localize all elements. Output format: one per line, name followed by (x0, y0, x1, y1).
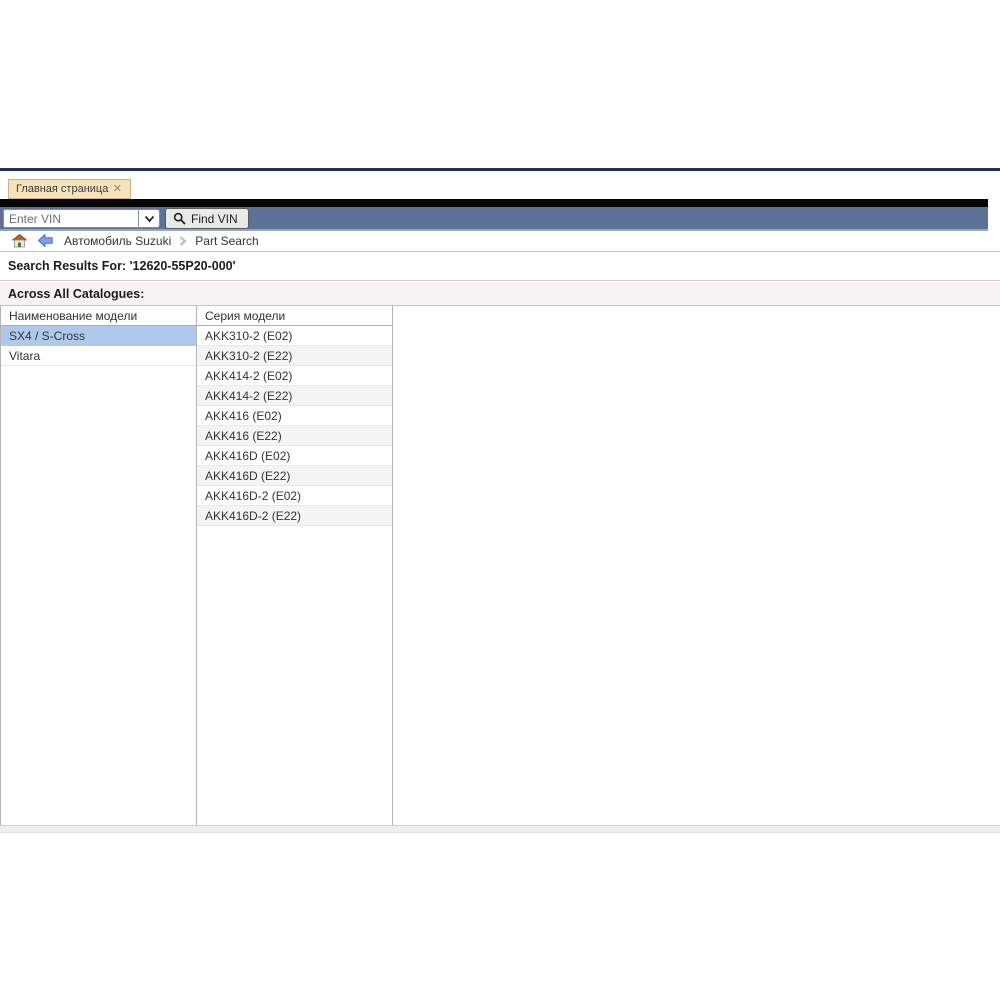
series-row[interactable]: AKK414-2 (E02) (197, 366, 392, 386)
series-row[interactable]: AKK414-2 (E22) (197, 386, 392, 406)
series-row[interactable]: AKK416D-2 (E02) (197, 486, 392, 506)
catalogues-bar: Across All Catalogues: (0, 282, 1000, 306)
model-row-sx4-s-cross[interactable]: SX4 / S-Cross (1, 326, 196, 346)
model-name-column-header: Наименование модели (1, 306, 196, 326)
catalogues-heading: Across All Catalogues: (8, 287, 144, 301)
tab-close-icon[interactable]: ✕ (113, 183, 122, 196)
find-vin-button[interactable]: Find VIN (165, 208, 249, 229)
search-results-heading: Search Results For: '12620-55P20-000' (8, 259, 236, 273)
series-row[interactable]: AKK416 (E22) (197, 426, 392, 446)
series-row[interactable]: AKK310-2 (E02) (197, 326, 392, 346)
vin-input[interactable] (3, 209, 138, 228)
top-divider (0, 168, 1000, 171)
breadcrumb-chevron-icon (179, 236, 187, 246)
search-icon (173, 212, 186, 225)
model-series-column-header: Серия модели (197, 306, 392, 326)
home-icon[interactable] (12, 234, 27, 248)
find-vin-label: Find VIN (191, 212, 238, 226)
search-results-row: Search Results For: '12620-55P20-000' (0, 252, 1000, 281)
vin-history-dropdown[interactable] (138, 209, 160, 228)
breadcrumb-item-part-search: Part Search (195, 234, 258, 248)
series-row[interactable]: AKK310-2 (E22) (197, 346, 392, 366)
breadcrumb: Автомобиль Suzuki Part Search (0, 231, 1000, 252)
tab-main-page[interactable]: Главная страница ✕ (8, 179, 131, 199)
breadcrumb-item-suzuki[interactable]: Автомобиль Suzuki (64, 234, 171, 248)
model-name-column: Наименование модели SX4 / S-Cross Vitara (1, 306, 197, 825)
chevron-down-icon (144, 215, 155, 223)
app-window: Главная страница ✕ Find VIN (0, 0, 1000, 1000)
results-table: Наименование модели SX4 / S-Cross Vitara… (0, 306, 393, 825)
model-row-vitara[interactable]: Vitara (1, 346, 196, 366)
toolbar-top-strip (0, 199, 988, 207)
back-arrow-icon[interactable] (38, 234, 53, 247)
model-series-column: Серия модели AKK310-2 (E02) AKK310-2 (E2… (197, 306, 393, 825)
series-row[interactable]: AKK416D (E22) (197, 466, 392, 486)
panel-footer-strip (0, 825, 1000, 833)
tab-label: Главная страница (9, 183, 108, 195)
series-row[interactable]: AKK416 (E02) (197, 406, 392, 426)
vin-toolbar: Find VIN (0, 207, 988, 231)
series-row[interactable]: AKK416D-2 (E22) (197, 506, 392, 526)
series-row[interactable]: AKK416D (E02) (197, 446, 392, 466)
